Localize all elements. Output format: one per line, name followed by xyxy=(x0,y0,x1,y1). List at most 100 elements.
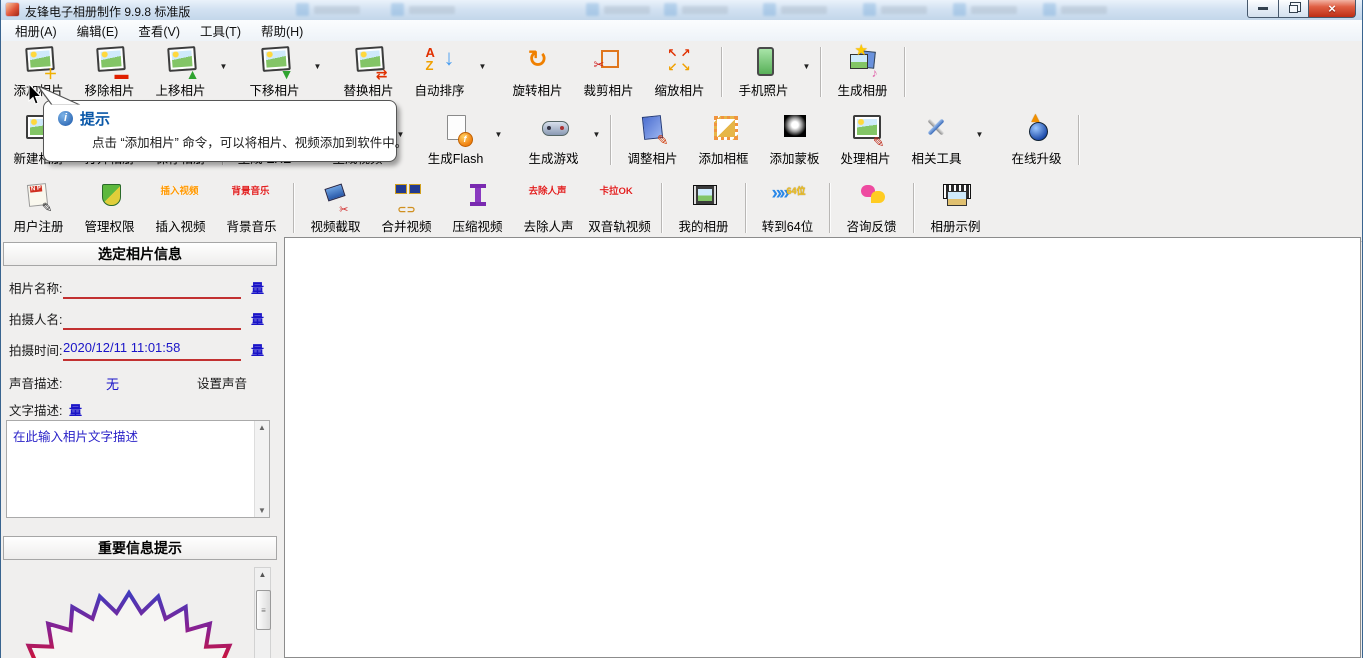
auto-sort-button[interactable]: A Z ↓ 自动排序 xyxy=(404,45,475,99)
scroll-up-icon[interactable]: ▲ xyxy=(255,568,270,582)
hint-tooltip: i 提示 点击 “添加相片” 命令，可以将相片、视频添加到软件中。 xyxy=(37,86,407,162)
rotate-photo-button[interactable]: ↻ 旋转相片 xyxy=(502,45,573,99)
phone-photo-icon xyxy=(744,45,784,78)
remove-photo-button[interactable]: ▬ 移除相片 xyxy=(74,45,145,99)
compress-video-button[interactable]: 压缩视频 xyxy=(442,181,513,235)
move-up-dropdown[interactable]: ▼ xyxy=(216,62,231,71)
window-title: 友锋电子相册制作 9.9.8 标准版 xyxy=(25,5,191,19)
album-canvas[interactable] xyxy=(284,237,1361,658)
adjust-photo-icon: ✎ xyxy=(633,113,673,148)
info-icon: i xyxy=(58,111,73,126)
set-sound-link[interactable]: 设置声音 xyxy=(197,373,247,392)
merge-video-icon: ⊂⊃ xyxy=(387,181,427,216)
photographer-input[interactable] xyxy=(63,309,241,330)
user-register-button[interactable]: N P ✎ 用户注册 xyxy=(3,181,74,235)
auto-sort-dropdown[interactable]: ▼ xyxy=(475,62,490,71)
generate-flash-icon: f xyxy=(436,113,476,147)
phone-photo-button[interactable]: 手机照片 xyxy=(728,45,799,99)
background-window-tab-ghost xyxy=(586,2,650,17)
close-button[interactable]: × xyxy=(1308,0,1356,18)
shoot-time-input[interactable]: 2020/12/11 11:01:58 xyxy=(63,340,241,361)
video-capture-button[interactable]: ✂ 视频截取 xyxy=(300,181,371,235)
crop-photo-icon: ✂ xyxy=(589,45,629,78)
app-window: 友锋电子相册制作 9.9.8 标准版 × 相册(A) 编辑(E) 查看(V) 工… xyxy=(0,0,1363,658)
photographer-batch-link[interactable]: 量 xyxy=(251,309,264,328)
generate-album-button[interactable]: ★ ♪ 生成相册 xyxy=(827,42,898,99)
info-panel-scrollbar[interactable]: ▲ ≡ xyxy=(254,567,271,658)
background-window-tab-ghost xyxy=(1043,2,1107,17)
remove-vocal-icon: 去除人声 xyxy=(528,186,567,197)
generate-album-icon: ★ ♪ xyxy=(843,42,883,80)
textarea-scrollbar[interactable]: ▲ ▼ xyxy=(254,421,269,517)
separator xyxy=(820,47,821,97)
shoot-time-batch-link[interactable]: 量 xyxy=(251,340,264,359)
related-tools-button[interactable]: 相关工具 xyxy=(901,113,972,167)
seal-badge-icon xyxy=(25,589,233,658)
minimize-button[interactable] xyxy=(1247,0,1279,18)
menu-album[interactable]: 相册(A) xyxy=(5,19,67,43)
tooltip-title: 提示 xyxy=(80,111,111,128)
move-up-photo-button[interactable]: ▲ 上移相片 xyxy=(145,45,216,99)
add-frame-button[interactable]: 添加相框 xyxy=(688,113,759,167)
crop-photo-button[interactable]: ✂ 裁剪相片 xyxy=(573,45,644,99)
replace-photo-icon: ⇄ xyxy=(349,45,389,81)
sidebar-photo-info: 选定相片信息 相片名称: 量 拍摄人名: 量 拍摄时间: 2020/12/11 … xyxy=(1,237,284,658)
scale-photo-icon: ↖ ↗ ↙ ↘ xyxy=(667,46,691,74)
scroll-up-icon[interactable]: ▲ xyxy=(255,421,269,434)
manage-rights-button[interactable]: 管理权限 xyxy=(74,181,145,235)
go-64bit-button[interactable]: »» 64位 转到64位 xyxy=(752,181,823,235)
app-icon xyxy=(6,3,19,16)
menu-edit[interactable]: 编辑(E) xyxy=(67,19,129,43)
photographer-label: 拍摄人名: xyxy=(9,313,63,327)
dual-track-video-icon: 卡拉OK xyxy=(599,186,633,197)
toolbar-video-row: N P ✎ 用户注册 管理权限 插入视频 插入视频 背景音乐 背景音乐 ✂ 视频截… xyxy=(1,176,1362,242)
sound-value-link[interactable]: 无 xyxy=(106,374,119,393)
remove-vocal-button[interactable]: 去除人声 去除人声 xyxy=(513,181,584,235)
scale-photo-button[interactable]: ↖ ↗ ↙ ↘ 缩放相片 xyxy=(644,45,715,99)
separator xyxy=(610,115,611,165)
merge-video-button[interactable]: ⊂⊃ 合并视频 xyxy=(371,181,442,235)
scrollbar-thumb[interactable]: ≡ xyxy=(256,590,271,630)
replace-photo-button[interactable]: ⇄ 替换相片 xyxy=(333,45,404,99)
background-music-button[interactable]: 背景音乐 背景音乐 xyxy=(216,181,287,235)
menu-view[interactable]: 查看(V) xyxy=(128,19,190,43)
generate-game-button[interactable]: 生成游戏 xyxy=(518,113,589,167)
my-album-button[interactable]: 我的相册 xyxy=(668,181,739,235)
generate-game-dropdown[interactable]: ▼ xyxy=(589,130,604,139)
phone-photo-dropdown[interactable]: ▼ xyxy=(799,62,814,71)
add-photo-icon: ＋ xyxy=(19,45,59,81)
feedback-icon xyxy=(852,181,892,214)
generate-flash-button[interactable]: f 生成Flash xyxy=(420,113,491,167)
move-down-photo-icon: ▼ xyxy=(255,45,295,81)
process-photo-button[interactable]: ✎ 处理相片 xyxy=(830,113,901,167)
move-down-dropdown[interactable]: ▼ xyxy=(310,62,325,71)
add-mask-icon xyxy=(775,113,815,146)
menu-help[interactable]: 帮助(H) xyxy=(251,19,313,43)
add-mask-button[interactable]: 添加蒙板 xyxy=(759,113,830,167)
scroll-down-icon[interactable]: ▼ xyxy=(255,504,269,517)
generate-flash-dropdown[interactable]: ▼ xyxy=(491,130,506,139)
insert-video-button[interactable]: 插入视频 插入视频 xyxy=(145,181,216,235)
dual-track-video-button[interactable]: 卡拉OK 双音轨视频 xyxy=(584,181,655,235)
process-photo-icon: ✎ xyxy=(846,113,886,149)
feedback-button[interactable]: 咨询反馈 xyxy=(836,181,907,235)
rotate-photo-icon: ↻ xyxy=(527,46,548,73)
photo-name-input[interactable] xyxy=(63,278,241,299)
photo-name-label: 相片名称: xyxy=(9,282,63,296)
background-music-icon: 背景音乐 xyxy=(231,186,270,197)
album-examples-button[interactable]: 相册示例 xyxy=(920,181,991,235)
adjust-photo-button[interactable]: ✎ 调整相片 xyxy=(617,113,688,167)
text-desc-batch-link[interactable]: 量 xyxy=(69,400,82,419)
separator xyxy=(829,183,830,233)
auto-sort-icon: A Z ↓ xyxy=(425,45,455,73)
photo-description-textarea[interactable]: 在此输入相片文字描述 ▲ ▼ xyxy=(6,420,270,518)
photo-name-batch-link[interactable]: 量 xyxy=(251,278,264,297)
menu-tools[interactable]: 工具(T) xyxy=(190,19,251,43)
separator xyxy=(904,47,905,97)
restore-button[interactable] xyxy=(1278,0,1309,18)
online-upgrade-button[interactable]: ▲ 在线升级 xyxy=(1001,109,1072,167)
move-down-photo-button[interactable]: ▼ 下移相片 xyxy=(239,45,310,99)
menu-bar: 相册(A) 编辑(E) 查看(V) 工具(T) 帮助(H) xyxy=(1,20,1362,42)
related-tools-dropdown[interactable]: ▼ xyxy=(972,130,987,139)
online-upgrade-icon: ▲ xyxy=(1017,109,1057,146)
